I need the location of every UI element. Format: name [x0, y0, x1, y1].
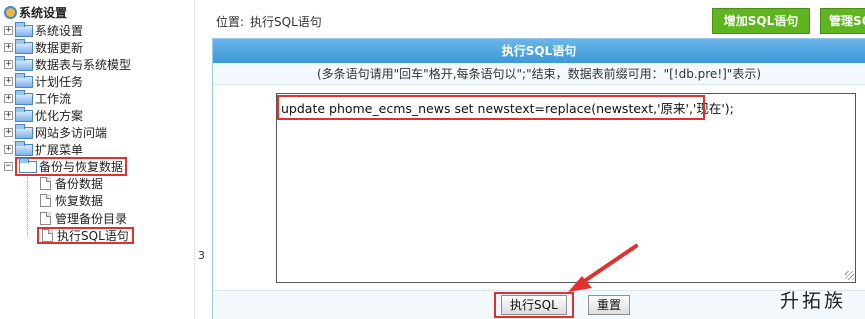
- tree-item-backup-restore[interactable]: − 备份与恢复数据: [4, 157, 128, 176]
- tree-connector: [27, 177, 28, 237]
- side-number: 3: [198, 249, 205, 262]
- location-bar: 位置: 执行SQL语句 增加SQL语句 管理SQL: [212, 8, 865, 34]
- tree-item-label: 优化方案: [35, 109, 84, 123]
- tree-item-label: 数据表与系统模型: [35, 58, 132, 72]
- expand-plus-icon[interactable]: +: [4, 60, 13, 69]
- tree-item-label: 扩展菜单: [35, 143, 84, 157]
- tree-item-system-settings[interactable]: + 系统设置: [4, 21, 84, 39]
- tree-item-label: 网站多访问端: [35, 126, 108, 140]
- breadcrumb: 位置: 执行SQL语句: [216, 13, 322, 30]
- expand-plus-icon[interactable]: +: [4, 128, 13, 137]
- manage-sql-button[interactable]: 管理SQL: [820, 8, 865, 34]
- tree-item-label: 数据更新: [35, 41, 84, 55]
- left-tree-menu: 系统设置 + 系统设置 + 数据更新 + 数据表与系统模型 + 计划任务 + 工…: [0, 0, 195, 319]
- tree-child-label: 管理备份目录: [55, 212, 128, 226]
- document-icon: [40, 212, 51, 225]
- tree-item-tables-models[interactable]: + 数据表与系统模型: [4, 55, 132, 73]
- execute-sql-button[interactable]: 执行SQL: [501, 295, 567, 315]
- tree-child-restore-data[interactable]: 恢复数据: [40, 192, 103, 209]
- add-sql-button[interactable]: 增加SQL语句: [712, 8, 810, 34]
- tree-child-label: 备份数据: [55, 177, 104, 191]
- expand-plus-icon[interactable]: +: [4, 26, 13, 35]
- tree-item-optimization[interactable]: + 优化方案: [4, 106, 84, 124]
- panel-title: 执行SQL语句: [213, 39, 865, 63]
- folder-icon: [15, 21, 33, 37]
- tree-item-multi-access[interactable]: + 网站多访问端: [4, 123, 108, 141]
- location-value: 执行SQL语句: [250, 15, 322, 29]
- tree-item-label: 系统设置: [35, 24, 84, 38]
- settings-root-icon: [4, 5, 17, 19]
- open-folder-icon: [19, 157, 37, 173]
- tree-root-label: 系统设置: [19, 5, 68, 20]
- location-label: 位置:: [216, 15, 245, 29]
- sql-textarea[interactable]: update phome_ecms_news set newstext=repl…: [276, 93, 856, 283]
- expand-plus-icon[interactable]: +: [4, 43, 13, 52]
- folder-icon: [15, 72, 33, 88]
- tree-item-extension-menu[interactable]: + 扩展菜单: [4, 140, 84, 158]
- collapse-minus-icon[interactable]: −: [4, 162, 13, 171]
- folder-icon: [15, 140, 33, 156]
- tree-item-scheduled-tasks[interactable]: + 计划任务: [4, 72, 84, 90]
- panel-note: (多条语句请用"回车"格开,每条语句以";"结束，数据表前缀可用："[!db.p…: [213, 63, 865, 85]
- folder-icon: [15, 38, 33, 54]
- tree-item-label: 工作流: [35, 92, 72, 106]
- tree-item-data-update[interactable]: + 数据更新: [4, 38, 84, 56]
- tree-child-label: 恢复数据: [55, 194, 104, 208]
- document-icon: [40, 194, 51, 207]
- folder-icon: [15, 106, 33, 122]
- backup-restore-highlight: 备份与恢复数据: [15, 157, 128, 176]
- button-row: 执行SQL 重置: [213, 290, 865, 319]
- expand-plus-icon[interactable]: +: [4, 111, 13, 120]
- tree-child-label: 执行SQL语句: [57, 229, 129, 243]
- tree-item-label: 备份与恢复数据: [39, 160, 124, 174]
- reset-button[interactable]: 重置: [588, 295, 631, 315]
- tree-item-workflow[interactable]: + 工作流: [4, 89, 72, 107]
- document-icon: [42, 229, 53, 242]
- tree-child-execute-sql[interactable]: 执行SQL语句: [37, 227, 134, 244]
- tree-root[interactable]: 系统设置: [4, 4, 67, 20]
- folder-icon: [15, 89, 33, 105]
- expand-plus-icon[interactable]: +: [4, 145, 13, 154]
- expand-plus-icon[interactable]: +: [4, 94, 13, 103]
- resize-grip-icon[interactable]: [845, 271, 854, 280]
- folder-icon: [15, 123, 33, 139]
- execute-sql-panel: 执行SQL语句 (多条语句请用"回车"格开,每条语句以";"结束，数据表前缀可用…: [212, 38, 865, 319]
- expand-plus-icon[interactable]: +: [4, 77, 13, 86]
- tree-item-label: 计划任务: [35, 75, 84, 89]
- watermark-logo: 升拓族: [780, 290, 847, 312]
- tree-child-backup-data[interactable]: 备份数据: [40, 175, 103, 192]
- folder-icon: [15, 55, 33, 71]
- editor-row: update phome_ecms_news set newstext=repl…: [213, 87, 865, 290]
- tree-child-manage-backup-dir[interactable]: 管理备份目录: [40, 210, 127, 227]
- document-icon: [40, 177, 51, 190]
